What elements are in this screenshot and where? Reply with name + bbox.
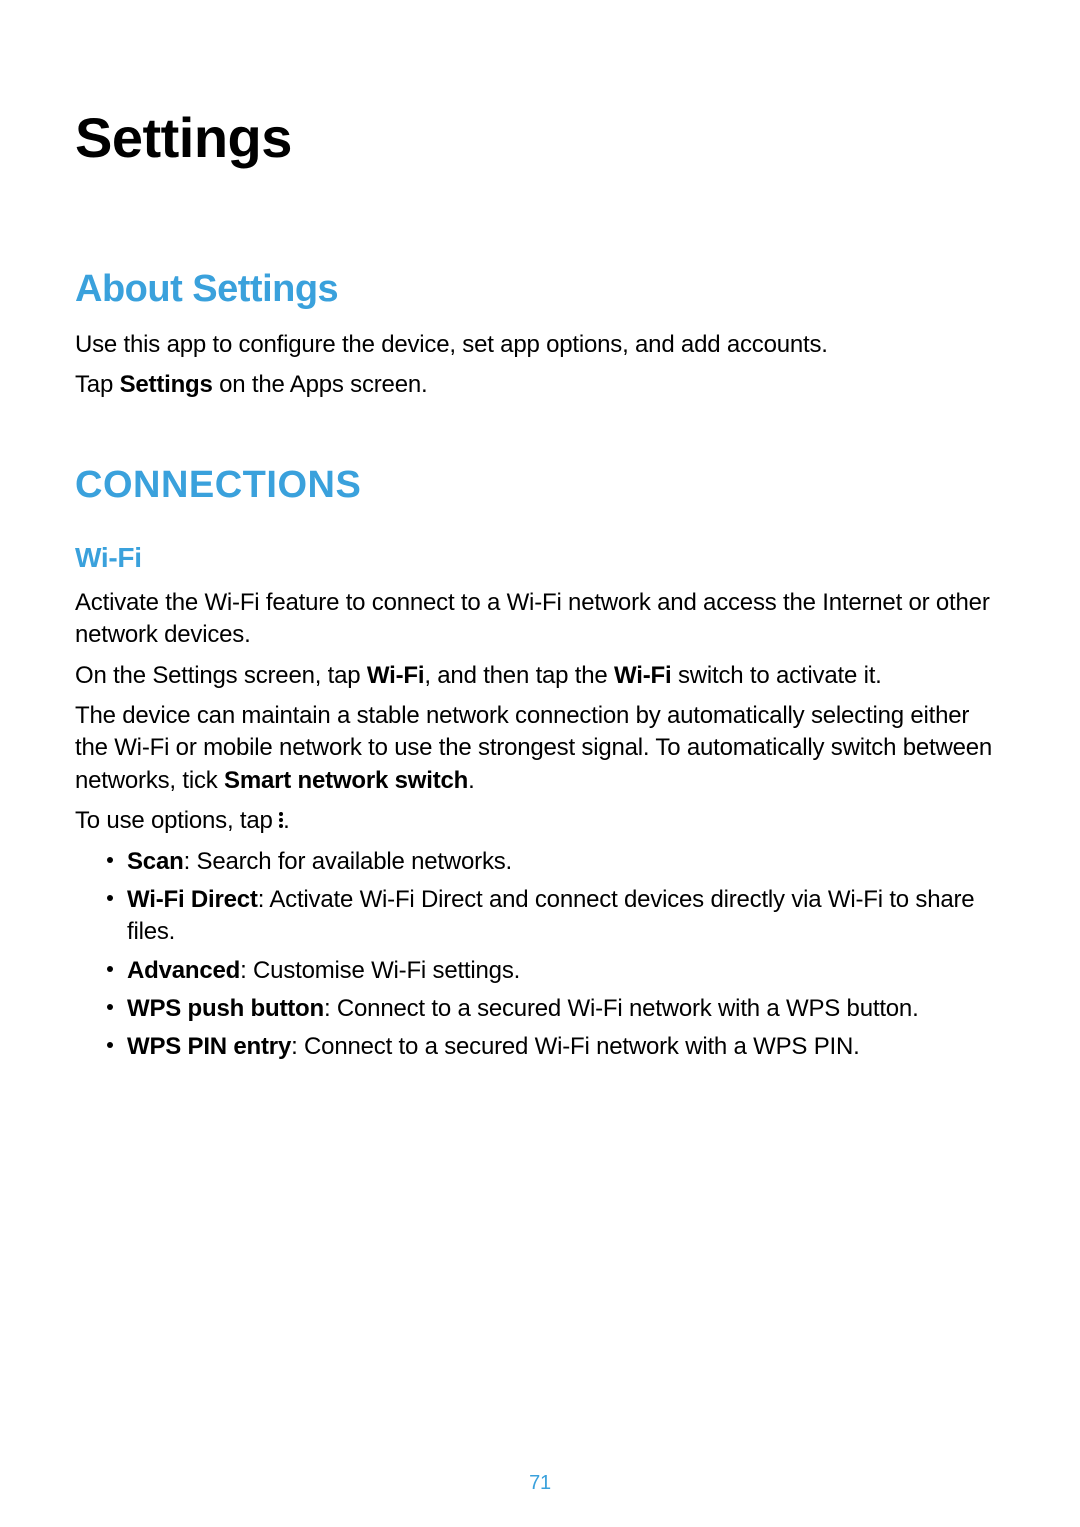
option-desc: : Connect to a secured Wi-Fi network wit…	[291, 1033, 859, 1060]
text-run: .	[283, 807, 289, 834]
chapter-title: Settings	[75, 100, 1005, 176]
section-about-settings: About Settings Use this app to configure…	[75, 264, 1005, 402]
text-bold: Wi-Fi	[367, 662, 424, 689]
text-bold: Settings	[120, 371, 213, 398]
option-name: Scan	[127, 848, 184, 875]
option-desc: : Customise Wi-Fi settings.	[240, 957, 520, 984]
body-text: The device can maintain a stable network…	[75, 700, 1005, 797]
text-run: on the Apps screen.	[213, 371, 428, 398]
option-name: Wi-Fi Direct	[127, 886, 258, 913]
body-text: To use options, tap .	[75, 805, 1005, 837]
heading-connections: CONNECTIONS	[75, 460, 1005, 511]
text-run: The device can maintain a stable network…	[75, 702, 992, 794]
text-bold: Wi-Fi	[614, 662, 671, 689]
option-desc: : Search for available networks.	[184, 848, 512, 875]
text-run: On the Settings screen, tap	[75, 662, 367, 689]
text-run: .	[468, 767, 474, 794]
text-run: Tap	[75, 371, 120, 398]
list-item: Advanced: Customise Wi-Fi settings.	[107, 955, 1005, 987]
section-connections: CONNECTIONS Wi-Fi Activate the Wi-Fi fea…	[75, 460, 1005, 1064]
option-name: WPS PIN entry	[127, 1033, 291, 1060]
heading-about-settings: About Settings	[75, 264, 1005, 315]
list-item: Wi-Fi Direct: Activate Wi-Fi Direct and …	[107, 884, 1005, 949]
list-item: WPS PIN entry: Connect to a secured Wi-F…	[107, 1031, 1005, 1063]
text-bold: Smart network switch	[224, 767, 468, 794]
text-run: , and then tap the	[424, 662, 614, 689]
body-text: Use this app to configure the device, se…	[75, 329, 1005, 361]
page-number: 71	[0, 1470, 1080, 1497]
option-name: Advanced	[127, 957, 240, 984]
heading-wifi: Wi-Fi	[75, 539, 1005, 577]
list-item: Scan: Search for available networks.	[107, 846, 1005, 878]
wifi-options-list: Scan: Search for available networks. Wi-…	[75, 846, 1005, 1064]
text-run: To use options, tap	[75, 807, 279, 834]
body-text: Activate the Wi-Fi feature to connect to…	[75, 587, 1005, 652]
list-item: WPS push button: Connect to a secured Wi…	[107, 993, 1005, 1025]
option-desc: : Connect to a secured Wi-Fi network wit…	[324, 995, 919, 1022]
manual-page: Settings About Settings Use this app to …	[0, 0, 1080, 1527]
text-run: switch to activate it.	[671, 662, 881, 689]
body-text: Tap Settings on the Apps screen.	[75, 369, 1005, 401]
option-name: WPS push button	[127, 995, 324, 1022]
body-text: On the Settings screen, tap Wi-Fi, and t…	[75, 660, 1005, 692]
